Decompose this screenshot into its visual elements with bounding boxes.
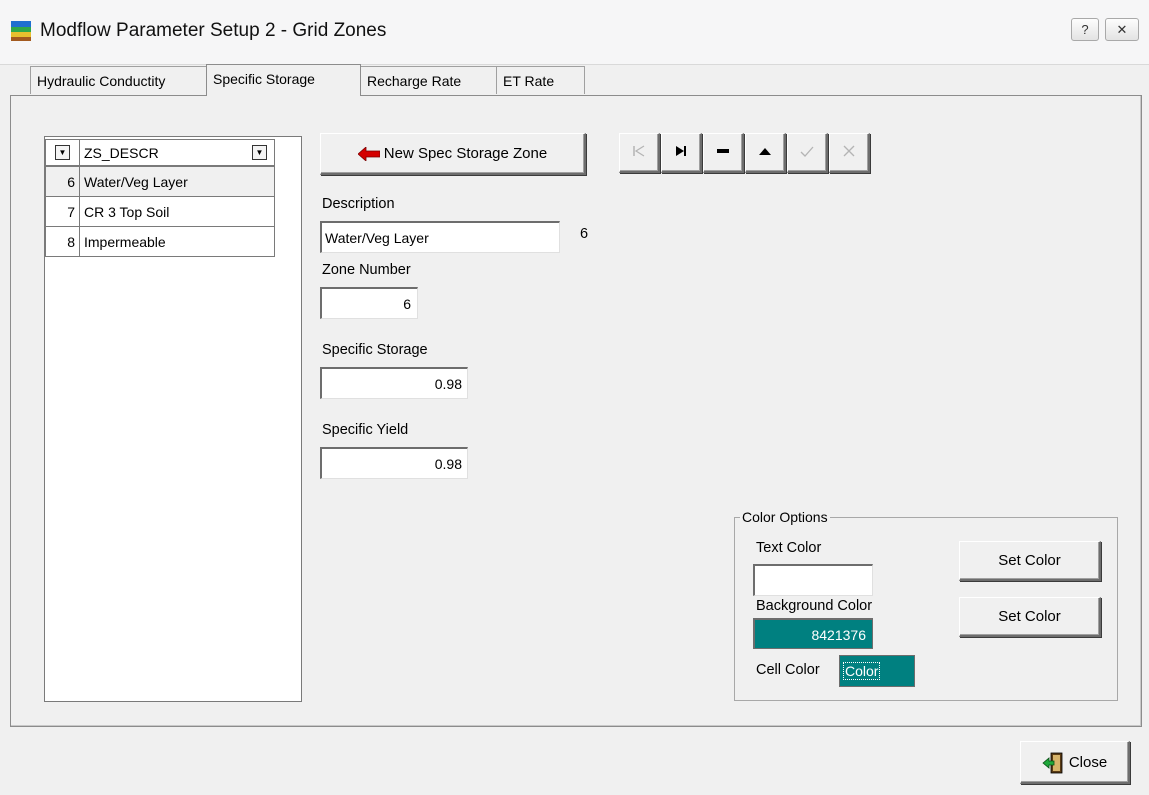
zone-number-field[interactable]: 6 <box>320 287 418 319</box>
grid-indicator-header[interactable]: ▼ <box>45 139 80 166</box>
grid-row-id[interactable]: 8 <box>45 226 80 257</box>
cell-color-swatch[interactable]: Color <box>839 655 915 687</box>
specific-yield-field[interactable]: 0.98 <box>320 447 468 479</box>
text-color-field[interactable] <box>753 564 873 596</box>
specific-storage-label: Specific Storage <box>322 342 428 358</box>
last-record-icon <box>676 146 686 156</box>
close-icon: ✕ <box>1116 22 1128 37</box>
delete-record-icon <box>717 149 729 153</box>
text-color-set-button[interactable]: Set Color <box>959 541 1101 581</box>
color-options-label: Color Options <box>740 509 830 525</box>
last-record-button[interactable] <box>661 133 702 173</box>
zone-number-label: Zone Number <box>322 262 411 278</box>
exit-door-icon <box>1042 752 1063 774</box>
close-button[interactable]: Close <box>1020 741 1130 784</box>
column-dropdown-icon[interactable]: ▼ <box>252 145 267 160</box>
tab-recharge-rate[interactable]: Recharge Rate <box>361 66 497 94</box>
post-record-button[interactable] <box>787 133 828 173</box>
grid-row-descr[interactable]: CR 3 Top Soil <box>79 196 275 227</box>
grid-row-id[interactable]: 7 <box>45 196 80 227</box>
description-label: Description <box>322 196 395 212</box>
grid-row-descr[interactable]: Water/Veg Layer <box>79 166 275 197</box>
close-button-label: Close <box>1068 754 1108 771</box>
grid-row-descr[interactable]: Impermeable <box>79 226 275 257</box>
edit-record-icon <box>759 148 771 155</box>
edit-record-button[interactable] <box>745 133 786 173</box>
first-record-button[interactable] <box>619 133 660 173</box>
background-color-label: Background Color <box>756 598 873 614</box>
background-color-field[interactable]: 8421376 <box>753 618 873 649</box>
title-bar: Modflow Parameter Setup 2 - Grid Zones ?… <box>0 0 1149 65</box>
cancel-record-icon <box>843 145 855 157</box>
tab-et-rate[interactable]: ET Rate <box>497 66 585 94</box>
arrow-left-icon <box>357 146 381 162</box>
help-button[interactable]: ? <box>1071 18 1099 41</box>
specific-storage-field[interactable]: 0.98 <box>320 367 468 399</box>
text-color-label: Text Color <box>756 540 822 556</box>
app-icon <box>11 21 31 41</box>
cancel-record-button[interactable] <box>829 133 870 173</box>
dropdown-arrow-icon[interactable]: ▼ <box>55 145 70 160</box>
cell-color-label: Cell Color <box>756 662 820 678</box>
post-record-icon <box>800 146 814 157</box>
window-title: Modflow Parameter Setup 2 - Grid Zones <box>40 20 387 41</box>
help-icon: ? <box>1081 22 1089 37</box>
first-record-icon <box>633 145 645 157</box>
tab-hydraulic-conductivity[interactable]: Hydraulic Conductity <box>30 66 206 94</box>
new-zone-button[interactable]: New Spec Storage Zone <box>320 133 586 175</box>
tab-specific-storage[interactable]: Specific Storage <box>206 64 361 96</box>
description-zone-number: 6 <box>580 226 589 242</box>
grid-column-header-label: ZS_DESCR <box>84 145 159 161</box>
specific-yield-label: Specific Yield <box>322 422 409 438</box>
delete-record-button[interactable] <box>703 133 744 173</box>
grid-row-id[interactable]: 6 <box>45 166 80 197</box>
description-field[interactable]: Water/Veg Layer <box>320 221 560 253</box>
background-color-set-button[interactable]: Set Color <box>959 597 1101 637</box>
footer-bar <box>0 727 1149 795</box>
grid-column-header[interactable]: ZS_DESCR ▼ <box>79 139 275 166</box>
close-window-button[interactable]: ✕ <box>1105 18 1139 41</box>
cell-color-swatch-label: Color <box>843 662 881 680</box>
new-zone-button-label: New Spec Storage Zone <box>383 145 548 162</box>
